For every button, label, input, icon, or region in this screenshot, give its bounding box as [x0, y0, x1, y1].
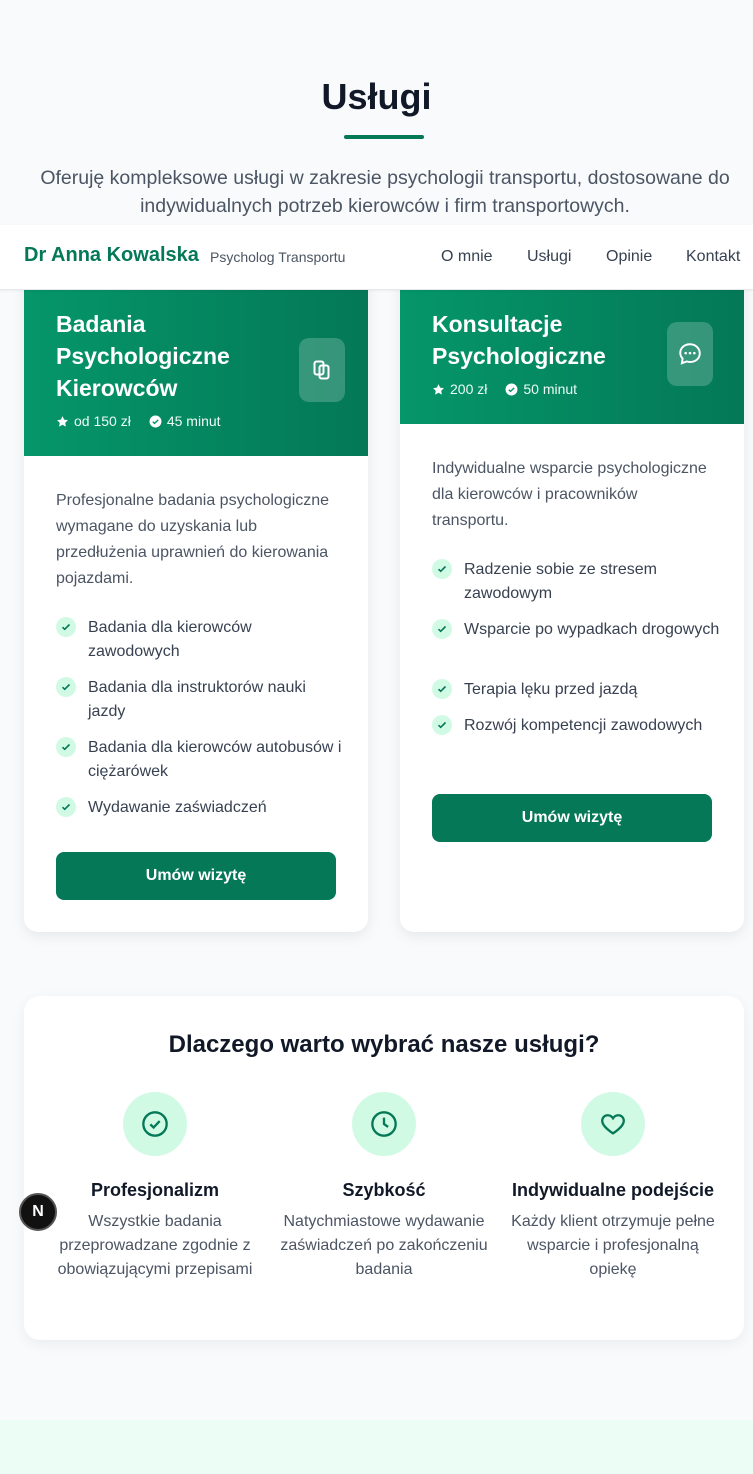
why-choose-us-panel: Dlaczego warto wybrać nasze usługi? Prof…	[24, 996, 744, 1340]
nav-link-opinie[interactable]: Opinie	[606, 248, 652, 266]
card-duration: 50 minut	[523, 381, 578, 397]
feature-item: Badania dla kierowców autobusów i ciężar…	[56, 736, 346, 784]
feature-item: Wsparcie po wypadkach drogowych	[432, 618, 722, 642]
feature-text: Radzenie sobie ze stresem zawodowym	[464, 561, 657, 602]
card-description: Profesjonalne badania psychologiczne wym…	[56, 492, 330, 587]
feature-item: Wydawanie zaświadczeń	[56, 796, 346, 820]
card-description: Indywidualne wsparcie psychologiczne dla…	[432, 460, 707, 529]
navbar: Dr Anna Kowalska Psycholog Transportu O …	[0, 225, 753, 290]
star-icon	[433, 383, 444, 395]
nav-link-o-mnie[interactable]: O mnie	[441, 248, 493, 266]
feature-item: Badania dla kierowców zawodowych	[56, 616, 346, 664]
check-icon	[432, 679, 452, 699]
check-icon	[432, 715, 452, 735]
dev-indicator-badge[interactable]: N	[19, 1193, 57, 1231]
card-title-line: Badania	[56, 311, 146, 337]
nav-link-uslugi[interactable]: Usługi	[527, 248, 571, 266]
feature-text: Rozwój kompetencji zawodowych	[464, 717, 703, 734]
why-item-title: Szybkość	[342, 1180, 426, 1200]
check-icon	[432, 559, 452, 579]
section-intro: Oferuję kompleksowe usługi w zakresie ps…	[40, 167, 730, 217]
book-appointment-button[interactable]: Umów wizytę	[432, 794, 712, 842]
brand-name[interactable]: Dr Anna Kowalska	[24, 244, 199, 267]
star-icon	[57, 415, 68, 427]
card-title-line: Psychologiczne	[432, 343, 606, 369]
why-title: Dlaczego warto wybrać nasze usługi?	[168, 1031, 600, 1058]
next-section-band	[0, 1420, 753, 1474]
why-item-text: Natychmiastowe wydawanie zaświadczeń po …	[280, 1213, 488, 1278]
chat-icon	[667, 322, 713, 386]
why-item-text: Wszystkie badania przeprowadzane zgodnie…	[57, 1213, 253, 1278]
nav-link-kontakt[interactable]: Kontakt	[686, 248, 740, 266]
feature-item: Terapia lęku przed jazdą	[432, 678, 722, 702]
feature-item: Badania dla instruktorów nauki jazdy	[56, 676, 346, 724]
card-meta: od 150 zł 45 minut	[56, 413, 233, 429]
card-title-line: Psychologiczne	[56, 343, 230, 369]
why-item-text: Każdy klient otrzymuje pełne wsparcie i …	[511, 1213, 715, 1278]
copy-icon	[299, 338, 345, 402]
card-header: Konsultacje Psychologiczne 200 zł 50 min…	[400, 272, 744, 424]
check-circle-icon	[505, 383, 518, 395]
check-icon	[56, 737, 76, 757]
why-item-individual: Indywidualne podejście Każdy klient otrz…	[508, 1092, 718, 1282]
card-title-line: Konsultacje	[432, 311, 563, 337]
clock-icon	[352, 1092, 416, 1156]
check-icon	[56, 797, 76, 817]
why-item-speed: Szybkość Natychmiastowe wydawanie zaświa…	[279, 1092, 489, 1282]
card-title-line: Kierowców	[56, 375, 178, 401]
brand-subtitle: Psycholog Transportu	[210, 249, 346, 265]
feature-text: Wydawanie zaświadczeń	[88, 799, 267, 816]
why-item-title: Indywidualne podejście	[511, 1180, 715, 1200]
check-icon	[432, 619, 452, 639]
feature-text: Badania dla kierowców autobusów i ciężar…	[88, 739, 342, 780]
check-circle-icon	[149, 415, 162, 427]
check-circle-icon	[123, 1092, 187, 1156]
book-appointment-button[interactable]: Umów wizytę	[56, 852, 336, 900]
why-item-professionalism: Profesjonalizm Wszystkie badania przepro…	[50, 1092, 260, 1282]
heart-icon	[581, 1092, 645, 1156]
check-icon	[56, 677, 76, 697]
feature-text: Badania dla instruktorów nauki jazdy	[88, 679, 306, 720]
feature-item: Rozwój kompetencji zawodowych	[432, 714, 722, 738]
feature-text: Terapia lęku przed jazdą	[464, 681, 638, 698]
card-duration: 45 minut	[166, 413, 221, 429]
section-title: Usługi	[321, 76, 432, 117]
title-underline	[344, 135, 424, 139]
card-meta: 200 zł 50 minut	[432, 381, 589, 397]
feature-item: Radzenie sobie ze stresem zawodowym	[432, 558, 722, 606]
service-card-konsultacje: Konsultacje Psychologiczne 200 zł 50 min…	[400, 272, 744, 932]
feature-text: Wsparcie po wypadkach drogowych	[464, 621, 720, 638]
feature-text: Badania dla kierowców zawodowych	[88, 619, 252, 660]
card-price: od 150 zł	[74, 413, 131, 429]
why-item-title: Profesjonalizm	[90, 1180, 220, 1200]
card-price: 200 zł	[450, 381, 488, 397]
card-header: Badania Psychologiczne Kierowców od 150 …	[24, 272, 368, 456]
check-icon	[56, 617, 76, 637]
service-card-badania: Badania Psychologiczne Kierowców od 150 …	[24, 272, 368, 932]
